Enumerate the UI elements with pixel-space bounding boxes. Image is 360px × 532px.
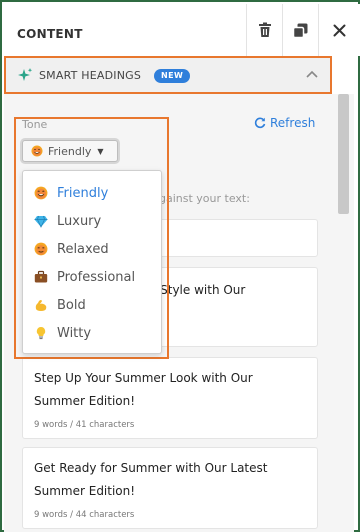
suggestion-meta: 9 words / 44 characters (34, 510, 135, 520)
tone-option-label: Luxury (57, 213, 102, 229)
scrollbar[interactable] (334, 94, 354, 532)
suggestion-text: Step Up Your Summer Look with Our (34, 371, 253, 385)
close-icon (333, 24, 346, 36)
suggestion-text-line2: Summer Edition! (34, 484, 136, 498)
chevron-up-icon (306, 70, 318, 78)
sparkle-icon (18, 68, 33, 81)
diamond-icon (33, 213, 49, 229)
tone-option-label: Professional (57, 269, 136, 285)
tone-option-bold[interactable]: Bold (23, 291, 161, 319)
tone-option-professional[interactable]: Professional (23, 263, 161, 291)
tone-option-witty[interactable]: Witty (23, 319, 161, 347)
new-badge: NEW (154, 69, 191, 83)
hint-text: gainst your text: (159, 192, 250, 205)
tone-option-label: Bold (57, 297, 86, 313)
smart-headings-label: SMART HEADINGS (39, 69, 142, 82)
tone-option-label: Relaxed (57, 241, 109, 257)
delete-button[interactable] (246, 4, 282, 56)
panel-header: CONTENT (4, 4, 360, 56)
lightbulb-icon (33, 325, 49, 341)
tone-option-friendly[interactable]: Friendly (23, 179, 161, 207)
suggestion-card[interactable]: Get Ready for Summer with Our Latest Sum… (22, 447, 318, 529)
tone-option-relaxed[interactable]: Relaxed (23, 235, 161, 263)
suggestion-card[interactable]: Step Up Your Summer Look with Our Summer… (22, 357, 318, 439)
relaxed-face-icon (33, 241, 49, 257)
refresh-icon (254, 117, 266, 129)
refresh-button[interactable]: Refresh (254, 116, 315, 130)
smile-face-icon (33, 185, 49, 201)
suggestion-text-line2: Summer Edition! (34, 394, 136, 408)
tone-option-label: Witty (57, 325, 92, 341)
tone-dropdown-menu: Friendly Luxury Relaxed Professional Bol… (22, 170, 162, 354)
smart-headings-toggle[interactable]: SMART HEADINGS NEW (4, 56, 332, 94)
flexed-arm-icon (33, 297, 49, 313)
tone-option-luxury[interactable]: Luxury (23, 207, 161, 235)
copy-button[interactable] (282, 4, 318, 56)
content-panel: CONTENT SMART HEADINGS NEW Tone Refresh … (0, 0, 360, 532)
tone-option-label: Friendly (57, 185, 109, 201)
copy-icon (293, 23, 308, 38)
suggestion-text: Get Ready for Summer with Our Latest (34, 461, 268, 475)
trash-icon (258, 22, 271, 37)
panel-title: CONTENT (17, 27, 83, 41)
close-button[interactable] (318, 4, 360, 56)
briefcase-icon (33, 269, 49, 285)
scrollbar-thumb[interactable] (338, 94, 349, 214)
refresh-label: Refresh (270, 116, 316, 130)
suggestion-meta: 9 words / 41 characters (34, 420, 135, 430)
